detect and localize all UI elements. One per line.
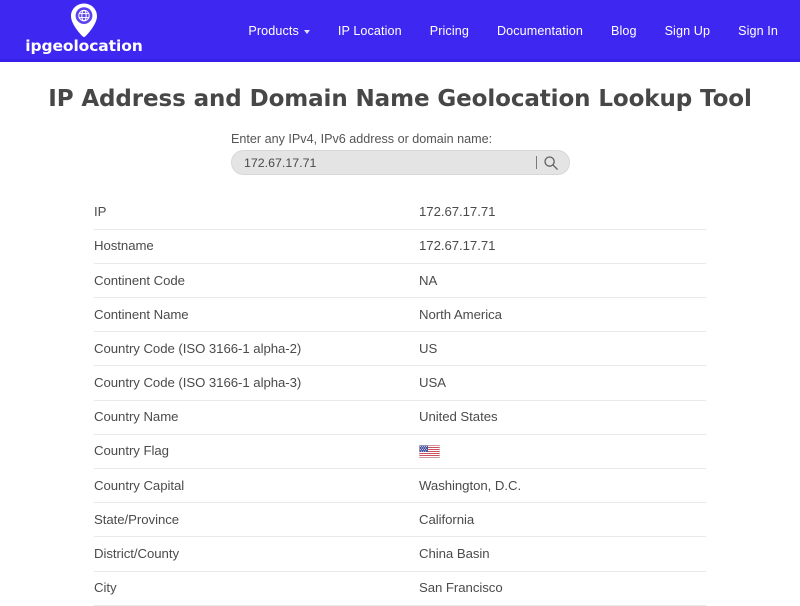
nav-item-products-label: Products xyxy=(248,24,299,38)
search-input[interactable]: 172.67.17.71 xyxy=(231,150,570,175)
table-row: Country Name United States xyxy=(94,400,706,435)
chevron-down-icon xyxy=(303,30,310,34)
nav-item-documentation[interactable]: Documentation xyxy=(483,18,597,44)
nav-item-products[interactable]: Products xyxy=(234,18,324,44)
row-value: North America xyxy=(419,297,706,333)
row-value: China Basin xyxy=(419,536,706,572)
row-value: California xyxy=(419,502,706,538)
nav-item-sign-in[interactable]: Sign In xyxy=(724,18,792,44)
table-row: Country Code (ISO 3166-1 alpha-2) US xyxy=(94,331,706,367)
map-pin-globe-icon xyxy=(71,3,97,38)
search-icon[interactable] xyxy=(543,155,559,171)
table-row: Country Capital Washington, D.C. xyxy=(94,468,706,504)
nav-item-ip-location[interactable]: IP Location xyxy=(324,18,416,44)
table-row: IP 172.67.17.71 xyxy=(94,195,706,230)
row-key: District/County xyxy=(94,536,419,572)
row-value: USA xyxy=(419,365,706,401)
search-input-value: 172.67.17.71 xyxy=(244,155,317,170)
row-value: Washington, D.C. xyxy=(419,468,706,504)
text-caret xyxy=(536,156,537,169)
row-key: Country Name xyxy=(94,400,419,435)
row-key: Country Flag xyxy=(94,434,419,470)
table-row: State/Province California xyxy=(94,502,706,538)
brand-wordmark: ipgeolocation xyxy=(25,37,143,55)
row-value: 172.67.17.71 xyxy=(419,229,706,264)
row-value: NA xyxy=(419,263,706,299)
site-header: ipgeolocation Products IP Location Prici… xyxy=(0,0,800,62)
row-key: City xyxy=(94,571,419,606)
row-value: 172.67.17.71 xyxy=(419,195,706,230)
main-navigation: Products IP Location Pricing Documentati… xyxy=(234,0,792,62)
table-row: Country Flag xyxy=(94,434,706,470)
search-block: Enter any IPv4, IPv6 address or domain n… xyxy=(0,132,800,175)
table-row: Hostname 172.67.17.71 xyxy=(94,229,706,264)
table-row: District/County China Basin xyxy=(94,536,706,572)
results-table-body: IP 172.67.17.71 Hostname 172.67.17.71 Co… xyxy=(94,195,706,606)
nav-item-pricing[interactable]: Pricing xyxy=(416,18,483,44)
row-key: Hostname xyxy=(94,229,419,264)
row-value: United States xyxy=(419,400,706,435)
search-label: Enter any IPv4, IPv6 address or domain n… xyxy=(231,132,493,146)
geolocation-results-table: IP 172.67.17.71 Hostname 172.67.17.71 Co… xyxy=(94,195,706,606)
row-key: Continent Name xyxy=(94,297,419,333)
row-key: IP xyxy=(94,195,419,230)
nav-item-sign-up[interactable]: Sign Up xyxy=(651,18,725,44)
row-key: State/Province xyxy=(94,502,419,538)
nav-item-blog[interactable]: Blog xyxy=(597,18,651,44)
row-value: San Francisco xyxy=(419,571,706,606)
page-title: IP Address and Domain Name Geolocation L… xyxy=(48,86,752,112)
table-row: City San Francisco xyxy=(94,571,706,606)
page-content: IP Address and Domain Name Geolocation L… xyxy=(0,62,800,606)
table-row: Continent Name North America xyxy=(94,297,706,333)
row-value-flag xyxy=(419,434,706,470)
row-key: Country Code (ISO 3166-1 alpha-3) xyxy=(94,365,419,401)
united-states-flag-icon xyxy=(419,444,440,458)
row-key: Country Code (ISO 3166-1 alpha-2) xyxy=(94,331,419,367)
row-key: Country Capital xyxy=(94,468,419,504)
brand-logo[interactable]: ipgeolocation xyxy=(20,0,148,62)
table-row: Country Code (ISO 3166-1 alpha-3) USA xyxy=(94,365,706,401)
row-value: US xyxy=(419,331,706,367)
row-key: Continent Code xyxy=(94,263,419,299)
table-row: Continent Code NA xyxy=(94,263,706,299)
